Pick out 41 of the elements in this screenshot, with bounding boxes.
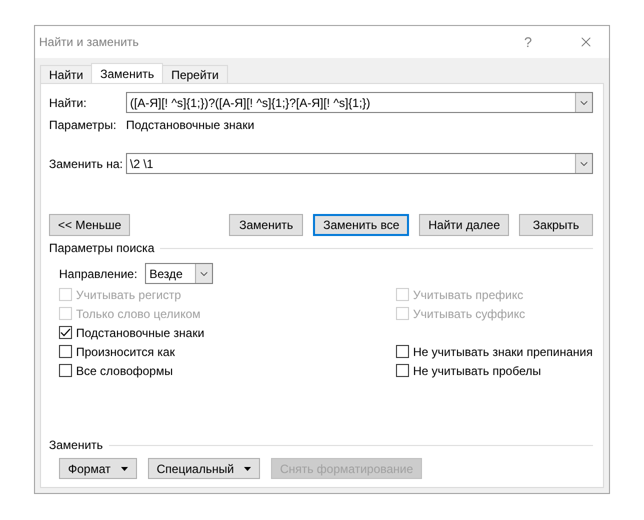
checkbox[interactable] bbox=[59, 326, 72, 339]
checkbox[interactable] bbox=[59, 345, 72, 358]
checkbox-label: Учитывать регистр bbox=[76, 288, 182, 302]
checkbox-label: Не учитывать знаки препинания bbox=[413, 344, 593, 358]
checkbox[interactable] bbox=[59, 364, 72, 377]
field-label: Найти: bbox=[49, 96, 88, 110]
checkbox-label: Только слово целиком bbox=[76, 306, 201, 320]
checkbox-label: Произносится как bbox=[76, 344, 175, 358]
options-value: Подстановочные знаки bbox=[126, 118, 254, 132]
checkbox-label: Учитывать суффикс bbox=[413, 306, 526, 320]
checkbox-label: Учитывать префикс bbox=[413, 288, 524, 302]
dropdown-button[interactable] bbox=[575, 93, 592, 112]
dropdown-button[interactable] bbox=[575, 154, 592, 173]
checkbox-label: Подстановочные знаки bbox=[76, 326, 204, 340]
tab[interactable]: Заменить bbox=[91, 63, 164, 83]
field-label: Параметры: bbox=[49, 118, 118, 132]
format-button[interactable]: Формат bbox=[59, 458, 137, 479]
section-title: Параметры поиска bbox=[49, 241, 154, 255]
action-button[interactable]: Найти далее bbox=[419, 214, 509, 236]
checkbox-label: Все словоформы bbox=[76, 364, 173, 378]
action-button[interactable]: Заменить все bbox=[313, 214, 410, 236]
dropdown-button[interactable] bbox=[195, 264, 212, 283]
direction-label: Направление: bbox=[59, 266, 138, 280]
checkbox-label: Не учитывать пробелы bbox=[413, 364, 541, 378]
find-field[interactable]: ([А-Я][! ^s]{1;})?([А-Я][! ^s]{1;}?[А-Я][! ^s]{1;}) bbox=[126, 92, 593, 113]
help-button[interactable]: ? bbox=[505, 26, 551, 58]
caret-icon bbox=[244, 466, 251, 470]
action-button[interactable]: Закрыть bbox=[519, 214, 593, 236]
window-title: Найти и заменить bbox=[39, 35, 140, 49]
checkbox[interactable] bbox=[396, 345, 409, 358]
format-button[interactable]: Специальный bbox=[148, 458, 260, 479]
tab[interactable]: Найти bbox=[40, 65, 92, 83]
direction-select[interactable]: Везде bbox=[145, 263, 214, 284]
section-title: Заменить bbox=[49, 438, 103, 452]
field-label: Заменить на: bbox=[49, 156, 124, 170]
replace-field[interactable]: \2 \1 bbox=[126, 153, 593, 174]
caret-icon bbox=[120, 466, 128, 470]
checkbox[interactable] bbox=[396, 364, 409, 377]
tab[interactable]: Перейти bbox=[162, 65, 228, 83]
less-button[interactable]: << Меньше bbox=[49, 214, 130, 236]
action-button[interactable]: Заменить bbox=[229, 214, 304, 236]
